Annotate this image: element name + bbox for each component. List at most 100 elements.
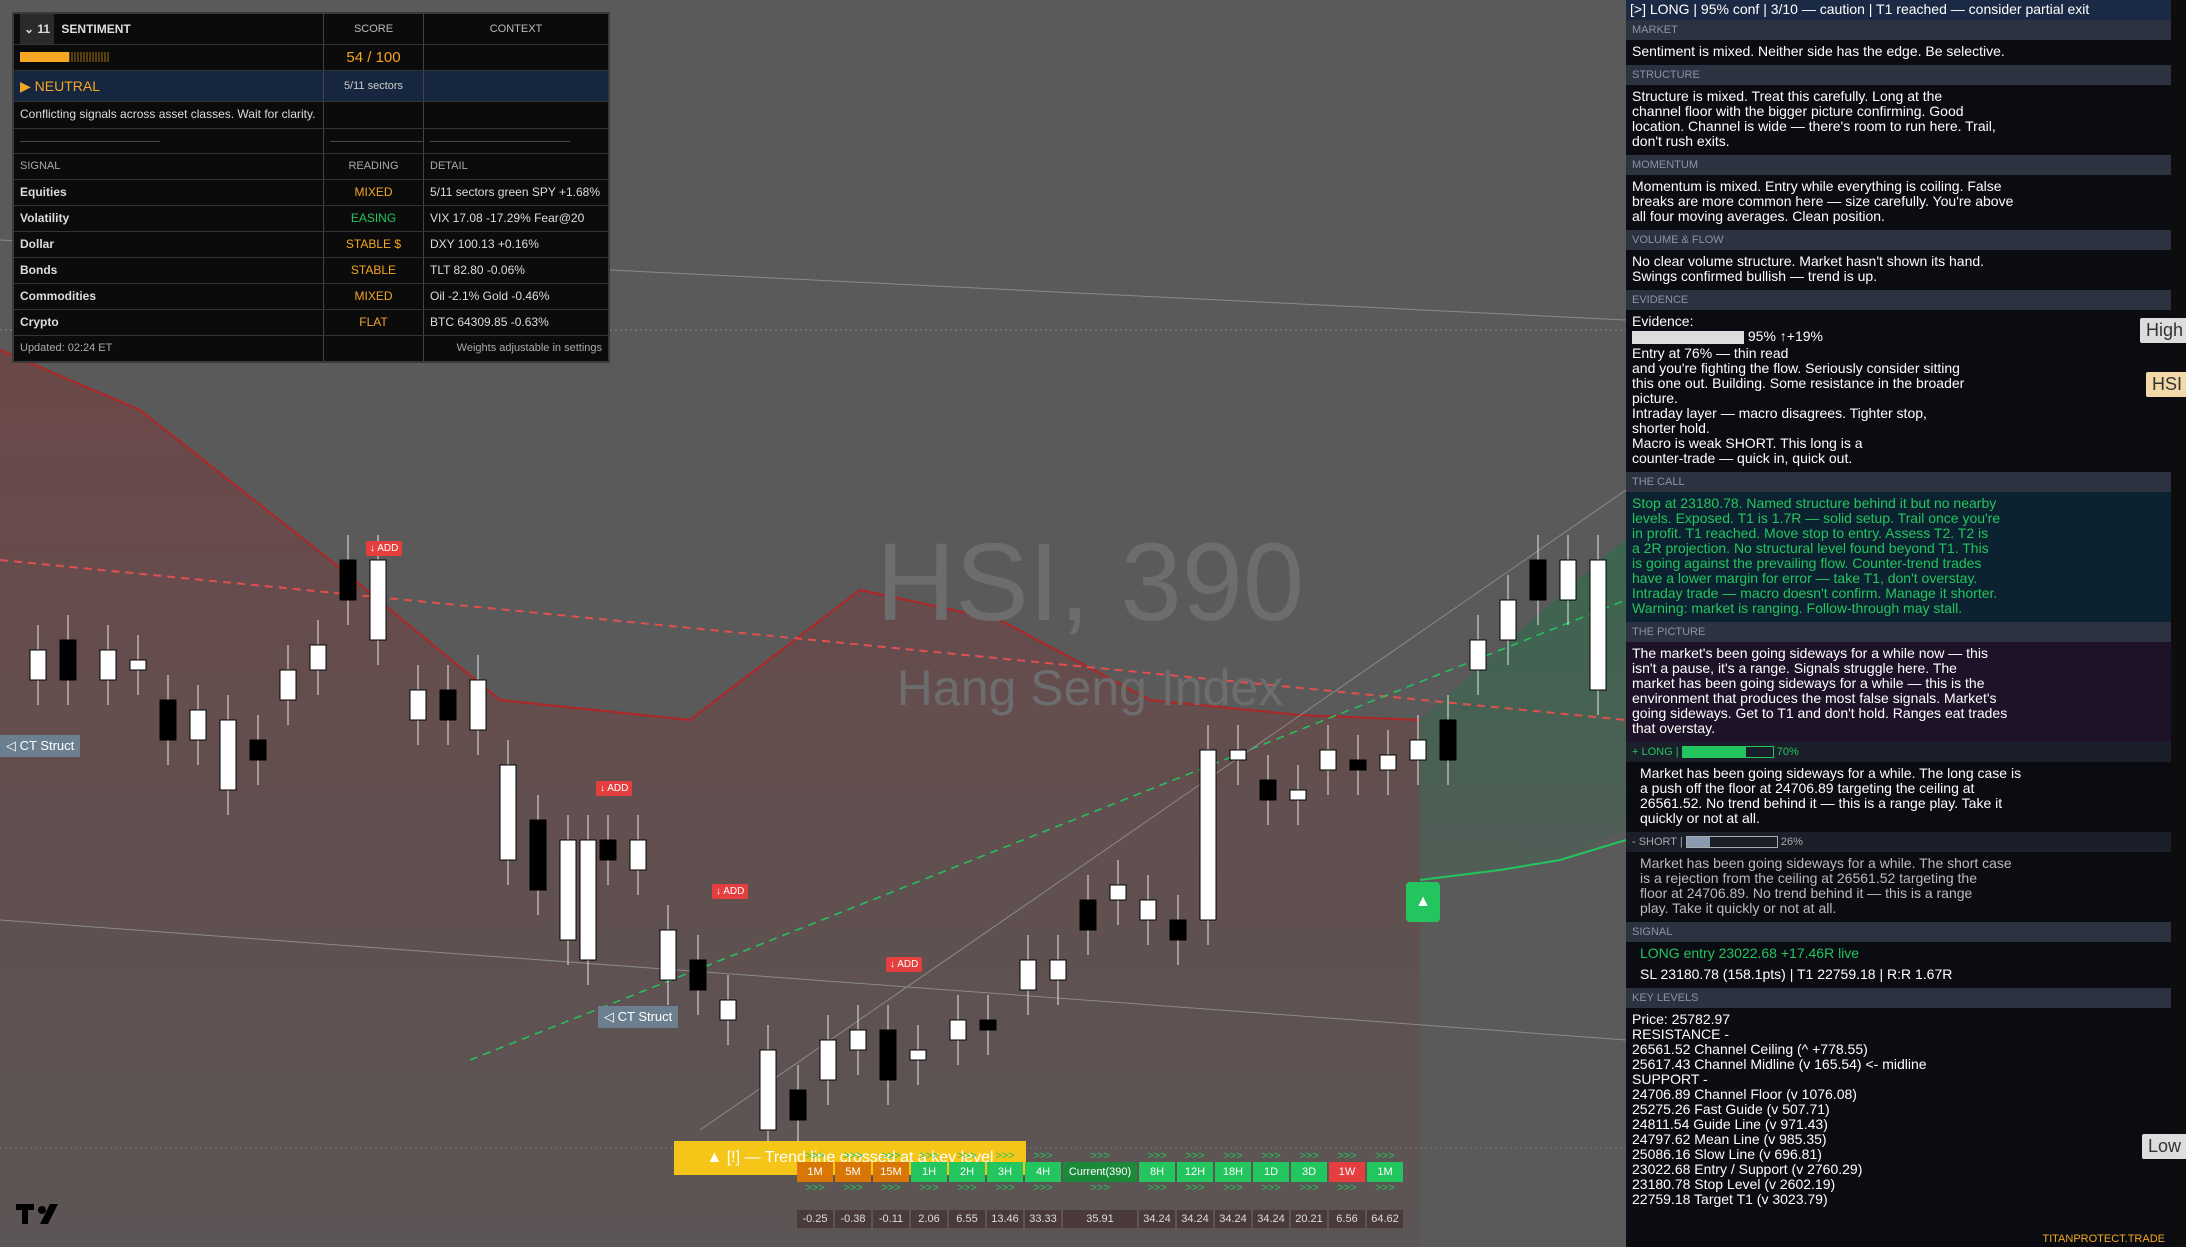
collapse-count: 11 [37,22,51,36]
section-picture-text: The market's been going sideways for a w… [1626,642,2171,742]
trend-arrow-icon: >>> [995,1182,1015,1194]
timeframe-cell[interactable]: 15M [873,1162,909,1182]
signal-name: Crypto [14,310,324,335]
trend-arrow-icon: >>> [1033,1150,1053,1162]
timeframe-cell[interactable]: 8H [1139,1162,1175,1182]
trend-arrow-icon: >>> [1299,1150,1319,1162]
panel-top-summary: [>] LONG | 95% conf | 3/10 — caution | T… [1626,0,2171,20]
trend-arrow-icon: >>> [881,1150,901,1162]
long-case-header: + LONG | 70% [1626,742,2171,762]
timeframe-cell[interactable]: 12H [1177,1162,1213,1182]
add-marker[interactable]: ↓ ADD [886,957,923,972]
timeframe-cell[interactable]: 1W [1329,1162,1365,1182]
trend-arrow-icon: >>> [843,1182,863,1194]
trend-arrow-icon: >>> [1147,1182,1167,1194]
trend-arrow-icon: >>> [1185,1150,1205,1162]
section-structure-text: Structure is mixed. Treat this carefully… [1632,88,1996,149]
timeframe-cell[interactable]: 4H [1025,1162,1061,1182]
signal-name: Commodities [14,284,324,309]
candle-body [1559,559,1577,601]
score-bar-fill [20,52,69,62]
section-signal-header: SIGNAL [1626,922,2171,942]
timeframe-cell[interactable]: 1M [797,1162,833,1182]
timeframe-cell[interactable]: 18H [1215,1162,1251,1182]
section-volume-header: VOLUME & FLOW [1626,230,2171,250]
timeframe-value: 34.24 [1139,1210,1175,1228]
candle-body [579,839,597,961]
add-marker[interactable]: ↓ ADD [366,541,403,556]
scale-high-tag: High [2140,318,2186,343]
candle-body [1049,959,1067,981]
price-scale[interactable] [2171,0,2186,1247]
timeframe-value: 64.62 [1367,1210,1403,1228]
timeframe-cell[interactable]: 3D [1291,1162,1327,1182]
trend-arrow-icon: >>> [1337,1182,1357,1194]
candle-body [1469,639,1487,671]
weights-note: Weights adjustable in settings [456,342,602,354]
timeframe-cell[interactable]: 1H [911,1162,947,1182]
col-detail-header: DETAIL [430,160,468,172]
section-volume-text: No clear volume structure. Market hasn't… [1632,253,1985,284]
trend-arrow-icon: >>> [1033,1182,1053,1194]
score-value: 54 / 100 [324,45,424,70]
candle-body [849,1029,867,1051]
candle-body [1139,899,1157,921]
ct-struct-label[interactable]: ◁ CT Struct [0,735,81,757]
short-bar [1685,836,1778,849]
candle-body [1229,749,1247,761]
ct-struct-label[interactable]: ◁ CT Struct [598,1006,679,1028]
trend-arrow-icon: >>> [1261,1150,1281,1162]
candle-body [29,649,47,681]
timeframe-cell[interactable]: 5M [835,1162,871,1182]
trend-arrow-icon: >>> [843,1150,863,1162]
candle-body [1379,754,1397,771]
candle-body [369,559,387,641]
candle-body [439,689,457,721]
candle-body [129,659,147,671]
evidence-block: Evidence: 95% ↑+19% [1626,310,2171,346]
short-percent: 26% [1780,836,1803,848]
candle-body [1349,759,1367,771]
add-marker[interactable]: ↓ ADD [596,781,633,796]
candle-body [279,669,297,701]
collapse-chevron-icon[interactable]: ⌄ 11 [20,14,55,44]
candle-body [789,1089,807,1121]
long-bar-fill [1682,747,1746,758]
candle-body [719,999,737,1021]
add-marker[interactable]: ↓ ADD [712,884,749,899]
timeframe-cell[interactable]: Current(390) [1063,1162,1137,1182]
candle-body [1589,559,1607,691]
timeframe-cell[interactable]: 1M [1367,1162,1403,1182]
timeframe-value: 6.56 [1329,1210,1365,1228]
candle-body [309,644,327,671]
candle-body [469,679,487,731]
signal-levels: SL 23180.78 (158.1pts) | T1 22759.18 | R… [1640,966,1953,982]
watermark-symbol: HSI, 390 [876,521,1304,644]
candle-body [819,1039,837,1081]
trend-arrow-icon: >>> [1090,1150,1110,1162]
col-score-header: SCORE [324,14,424,44]
signal-reading: STABLE $ [324,232,424,257]
candle-body [659,929,677,981]
timeframe-cell[interactable]: 2H [949,1162,985,1182]
scale-low-tag: Low [2142,1134,2186,1159]
col-context-header: CONTEXT [489,23,543,35]
timeframe-cell[interactable]: 1D [1253,1162,1289,1182]
evidence-bar [1632,330,1744,344]
candle-body [59,639,77,681]
candle-body [99,649,117,681]
candle-body [529,819,547,891]
timeframe-cell[interactable]: 3H [987,1162,1023,1182]
candle-body [909,1049,927,1061]
candle-body [689,959,707,991]
section-call-text: Stop at 23180.78. Named structure behind… [1626,492,2171,622]
signal-reading: FLAT [324,310,424,335]
timeframe-arrows-top: >>> >>> >>> >>> >>> >>> >>> >>> >>> >>> >>> >>> >>> >… [797,1150,1405,1162]
long-entry-marker[interactable]: ▲ [1406,882,1440,922]
candle-body [409,689,427,721]
evidence-label: Evidence: [1632,313,1694,329]
timeframe-value: -0.38 [835,1210,871,1228]
signal-name: Bonds [14,258,324,283]
candle-body [1289,789,1307,801]
signal-name: Volatility [14,206,324,231]
